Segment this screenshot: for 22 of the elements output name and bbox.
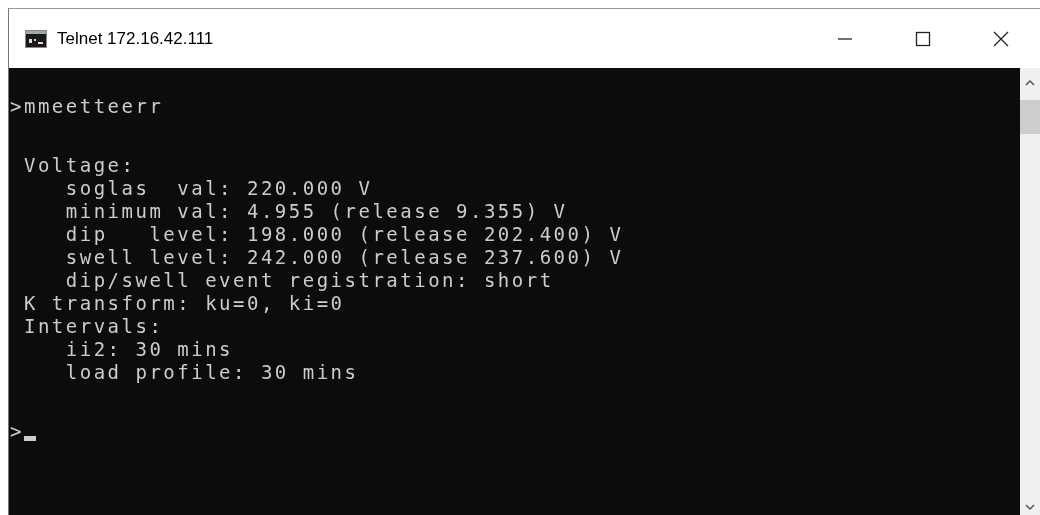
terminal-line: load profile: 30 mins xyxy=(64,361,360,384)
terminal-line: dip/swell event registration: short xyxy=(64,269,555,292)
console-icon xyxy=(25,29,47,48)
terminal-line: K transform: ku=0, ki=0 xyxy=(22,292,346,315)
terminal-line: dip level: 198.000 (release 202.400) V xyxy=(64,223,625,246)
scroll-up-icon[interactable] xyxy=(1025,80,1035,86)
prompt-text: > xyxy=(10,420,24,443)
terminal-line: swell level: 242.000 (release 237.600) V xyxy=(64,246,625,269)
scroll-thumb[interactable] xyxy=(1020,100,1040,134)
scrollbar[interactable] xyxy=(1020,68,1040,515)
terminal-line: Intervals: xyxy=(22,315,165,338)
scroll-down-icon[interactable] xyxy=(1025,504,1035,510)
window-title: Telnet 172.16.42.111 xyxy=(57,28,214,49)
close-icon xyxy=(993,30,1009,47)
terminal-line: ii2: 30 mins xyxy=(64,338,235,361)
terminal-line: minimum val: 4.955 (release 9.355) V xyxy=(64,200,569,223)
terminal-line: >mmeetteerr xyxy=(10,95,165,118)
terminal-line: soglas val: 220.000 V xyxy=(64,177,374,200)
text-cursor xyxy=(23,436,36,441)
minimize-icon xyxy=(837,37,853,40)
terminal-line: Voltage: xyxy=(22,154,137,177)
maximize-icon xyxy=(915,30,931,47)
